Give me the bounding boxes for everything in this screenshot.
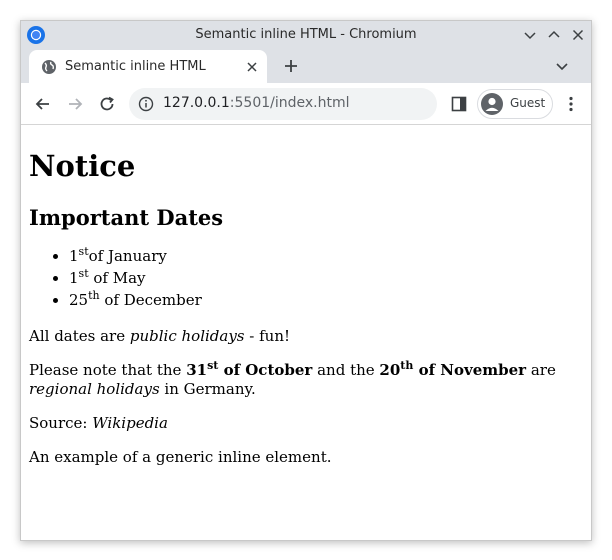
- paragraph-text: Please note that the: [29, 361, 187, 379]
- generic-paragraph: An example of a generic inline element.: [29, 448, 332, 466]
- date-text: of January: [88, 247, 167, 265]
- url-path: :5501/index.html: [229, 95, 350, 111]
- chevron-down-icon: [524, 32, 536, 40]
- list-item: 1stof January: [69, 245, 583, 267]
- reload-button[interactable]: [97, 94, 117, 114]
- dates-list: 1stof January 1st of May 25th of Decembe…: [29, 245, 583, 311]
- address-bar[interactable]: 127.0.0.1:5501/index.html: [129, 88, 437, 120]
- tab-strip: Semantic inline HTML: [21, 49, 591, 83]
- title-bar: Semantic inline HTML - Chromium: [21, 21, 591, 49]
- back-button[interactable]: [33, 94, 53, 114]
- info-icon[interactable]: [138, 96, 154, 112]
- close-icon: [247, 62, 257, 72]
- back-arrow-icon: [35, 98, 49, 110]
- paragraph-text: All dates are: [29, 327, 130, 345]
- tab-search-button[interactable]: [553, 57, 571, 75]
- main-menu-button[interactable]: [561, 94, 581, 114]
- forward-arrow-icon: [69, 98, 83, 110]
- profile-label: Guest: [510, 96, 546, 110]
- minimize-button[interactable]: [521, 26, 539, 44]
- plus-icon: [285, 60, 297, 72]
- side-panel-icon: [451, 96, 467, 112]
- date-number: 31: [186, 361, 208, 379]
- source-paragraph: Source: Wikipedia: [29, 414, 583, 433]
- side-panel-button[interactable]: [449, 94, 469, 114]
- citation: Wikipedia: [92, 414, 168, 432]
- paragraph-text: - fun!: [244, 327, 291, 345]
- date-number: 25: [69, 291, 89, 309]
- list-item: 1st of May: [69, 267, 583, 289]
- tab-title: Semantic inline HTML: [65, 59, 206, 74]
- paragraph-text: Source:: [29, 414, 93, 432]
- ordinal-suffix: th: [400, 359, 414, 372]
- new-tab-button[interactable]: [281, 56, 301, 76]
- toolbar: 127.0.0.1:5501/index.html Guest: [21, 83, 591, 125]
- kebab-menu-icon: [569, 96, 573, 112]
- paragraph-text: are: [526, 361, 556, 379]
- emphasis-text: regional holidays: [29, 380, 160, 398]
- strong-date: 20th of November: [379, 359, 527, 379]
- chevron-down-icon: [556, 63, 568, 71]
- ordinal-suffix: st: [207, 359, 219, 372]
- date-text: of December: [99, 291, 202, 309]
- reload-icon: [100, 96, 114, 111]
- page-content: Notice Important Dates 1stof January 1st…: [21, 126, 591, 540]
- url-host: 127.0.0.1: [163, 95, 230, 111]
- url-text[interactable]: 127.0.0.1:5501/index.html: [163, 95, 350, 111]
- close-window-button[interactable]: [569, 26, 587, 44]
- strong-date: 31st of October: [186, 359, 313, 379]
- maximize-button[interactable]: [545, 26, 563, 44]
- ordinal-suffix: th: [88, 289, 100, 302]
- date-number: 1: [69, 247, 79, 265]
- profile-button[interactable]: Guest: [477, 89, 553, 119]
- window-title: Semantic inline HTML - Chromium: [195, 27, 417, 42]
- date-text: of May: [88, 269, 146, 287]
- page-heading: Notice: [29, 149, 136, 183]
- tab-active[interactable]: Semantic inline HTML: [29, 50, 267, 83]
- tab-close-button[interactable]: [243, 58, 261, 76]
- close-icon: [572, 29, 584, 41]
- ordinal-suffix: st: [78, 267, 89, 280]
- date-number: 20: [379, 361, 401, 379]
- regional-paragraph: Please note that the 31st of October and…: [29, 359, 583, 399]
- date-text: of October: [218, 361, 313, 379]
- forward-button[interactable]: [65, 94, 85, 114]
- browser-window: Semantic inline HTML - Chromium Semantic…: [20, 20, 592, 541]
- section-heading: Important Dates: [29, 205, 224, 230]
- date-text: of November: [413, 361, 527, 379]
- person-icon: [481, 93, 503, 115]
- paragraph-text: and the: [312, 361, 380, 379]
- holidays-paragraph: All dates are public holidays - fun!: [29, 327, 583, 346]
- paragraph-text: in Germany.: [159, 380, 256, 398]
- ordinal-suffix: st: [78, 245, 89, 258]
- chevron-up-icon: [548, 30, 560, 38]
- date-number: 1: [69, 269, 79, 287]
- globe-icon: [41, 59, 57, 75]
- list-item: 25th of December: [69, 289, 583, 311]
- emphasis-text: public holidays: [129, 327, 245, 345]
